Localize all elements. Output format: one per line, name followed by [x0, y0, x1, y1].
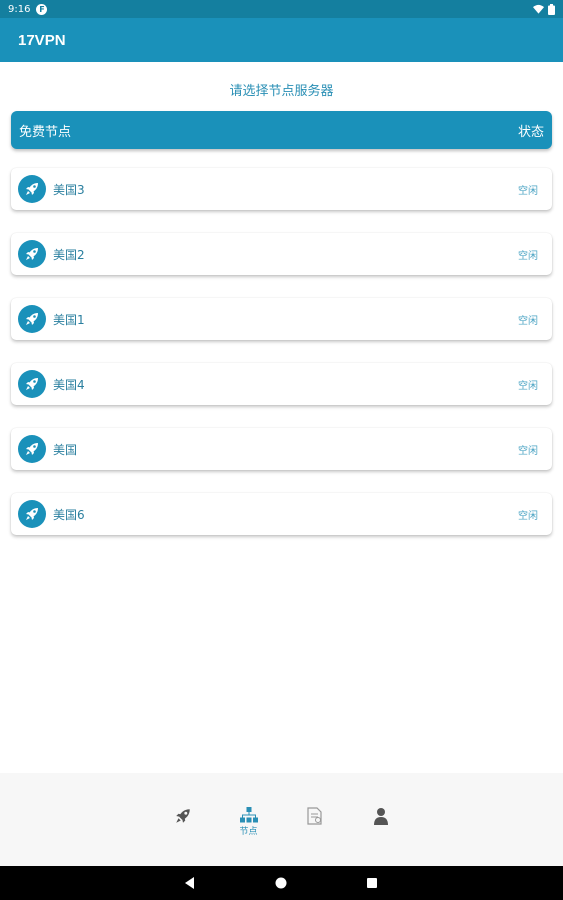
node-item[interactable]: 美国6 空闲 [11, 493, 552, 535]
list-header: 免费节点 状态 [11, 111, 552, 149]
nav-item-nodes[interactable]: 节点 [227, 807, 271, 837]
node-status: 空闲 [518, 445, 538, 457]
user-icon [373, 808, 388, 825]
nav-item-profile[interactable] [359, 807, 403, 825]
status-icons [533, 3, 555, 15]
node-item[interactable]: 美国 空闲 [11, 428, 552, 470]
node-status: 空闲 [518, 510, 538, 522]
node-status: 空闲 [518, 380, 538, 392]
rocket-icon [18, 435, 46, 463]
node-status: 空闲 [518, 250, 538, 262]
rocket-icon [18, 370, 46, 398]
rocket-icon [18, 305, 46, 333]
node-name: 美国2 [53, 247, 85, 262]
app-bar: 17VPN [0, 18, 563, 62]
node-item[interactable]: 美国3 空闲 [11, 168, 552, 210]
network-icon [239, 807, 258, 823]
node-item[interactable]: 美国1 空闲 [11, 298, 552, 340]
list-header-status: 状态 [517, 124, 544, 140]
recents-icon[interactable] [364, 875, 380, 891]
status-bar: 9:16 F [0, 0, 563, 18]
node-name: 美国1 [53, 312, 85, 327]
system-nav-bar [0, 866, 563, 900]
document-icon [306, 807, 322, 825]
back-icon[interactable] [182, 875, 198, 891]
home-icon[interactable] [273, 875, 289, 891]
node-status: 空闲 [518, 185, 538, 197]
wifi-icon [533, 4, 544, 14]
nav-item-log[interactable] [293, 807, 337, 825]
status-time: 9:16 [8, 3, 31, 15]
rocket-icon [18, 240, 46, 268]
page-subtitle: 请选择节点服务器 [229, 84, 334, 99]
rocket-icon [18, 175, 46, 203]
rocket-icon [175, 809, 190, 823]
node-name: 美国6 [53, 507, 85, 522]
nav-label-nodes: 节点 [239, 827, 258, 837]
app-title: 17VPN [18, 31, 66, 49]
node-status: 空闲 [518, 315, 538, 327]
battery-icon [548, 3, 555, 15]
node-list: 美国3 空闲 美国2 空闲 美国1 空闲 美国4 空闲 美国 空闲 美国6 空闲 [11, 168, 552, 558]
bottom-nav: 节点 [0, 773, 563, 866]
node-name: 美国 [53, 442, 78, 457]
rocket-icon [18, 500, 46, 528]
node-item[interactable]: 美国2 空闲 [11, 233, 552, 275]
node-name: 美国4 [53, 377, 85, 392]
nav-item-connect[interactable] [161, 807, 205, 825]
node-item[interactable]: 美国4 空闲 [11, 363, 552, 405]
list-header-title: 免费节点 [19, 124, 72, 140]
node-name: 美国3 [53, 182, 85, 197]
app-notification-icon: F [36, 3, 48, 15]
